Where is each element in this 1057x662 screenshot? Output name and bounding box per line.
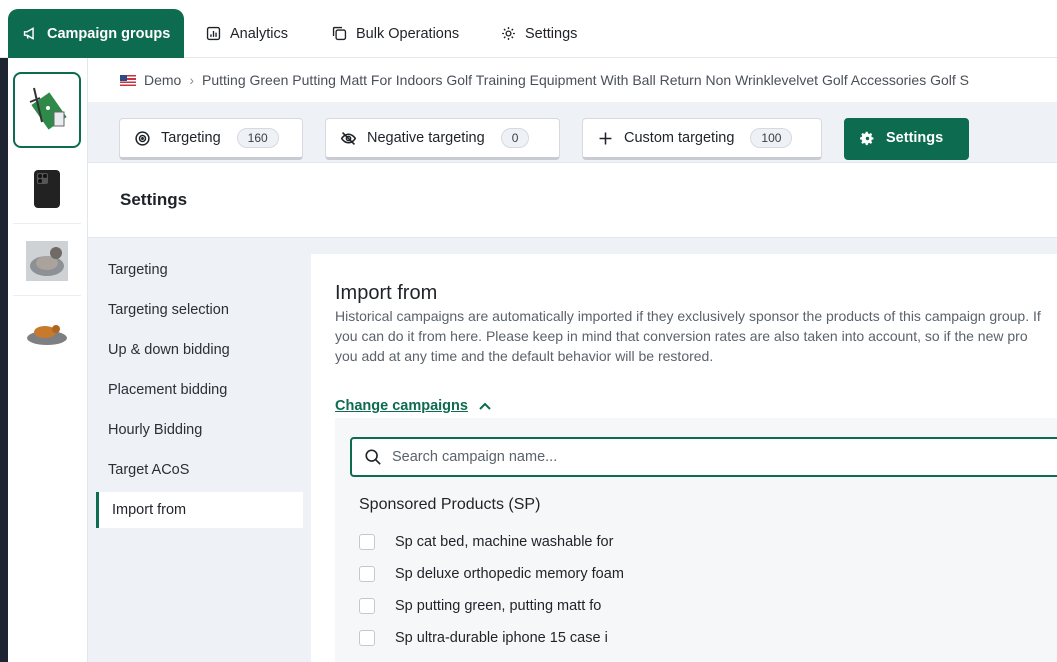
copy-icon [332, 26, 347, 41]
search-icon [365, 449, 381, 465]
dog-bed-thumbnail-image [27, 325, 67, 345]
panel-description: Historical campaigns are automatically i… [335, 306, 1057, 366]
nav-tab-settings[interactable]: Settings [488, 9, 589, 58]
phone-case-thumbnail-image [34, 169, 60, 208]
search-input[interactable] [392, 449, 992, 465]
page-title: Settings [88, 162, 1057, 238]
us-flag-icon [120, 74, 136, 86]
import-from-panel: Import from Historical campaigns are aut… [311, 254, 1057, 662]
change-campaigns-link[interactable]: Change campaigns [335, 398, 492, 414]
side-menu-item-target-acos[interactable]: Target ACoS [96, 452, 303, 488]
putting-green-thumbnail-image [29, 87, 67, 130]
side-menu-item-import-from[interactable]: Import from [96, 492, 303, 528]
tab-count-badge: 160 [236, 128, 279, 148]
campaign-row[interactable]: Sp cat bed, machine washable for [359, 530, 613, 554]
campaign-name: Sp putting green, putting matt fo [395, 598, 602, 614]
panel-title: Import from [335, 282, 438, 304]
tab-label: Targeting [161, 130, 221, 146]
campaign-checkbox[interactable] [359, 630, 375, 646]
nav-tab-bulk-operations[interactable]: Bulk Operations [319, 9, 471, 58]
side-menu-item-targeting-selection[interactable]: Targeting selection [96, 292, 303, 328]
nav-tab-campaign-groups[interactable]: Campaign groups [8, 9, 185, 58]
description-line: you can do it from here. Please keep in … [335, 328, 1028, 344]
product-thumbnail-cat-bed[interactable] [13, 226, 81, 296]
campaign-name: Sp cat bed, machine washable for [395, 534, 614, 550]
product-thumbnail-phone-case[interactable] [13, 154, 81, 224]
settings-side-menu: Targeting Targeting selection Up & down … [96, 252, 303, 532]
side-menu-item-up-down-bidding[interactable]: Up & down bidding [96, 332, 303, 368]
side-menu-item-placement-bidding[interactable]: Placement bidding [96, 372, 303, 408]
nav-tab-analytics[interactable]: Analytics [193, 9, 300, 58]
settings-content: Targeting Targeting selection Up & down … [88, 238, 1057, 662]
search-field [350, 437, 1057, 477]
campaign-name: Sp deluxe orthopedic memory foam [395, 566, 624, 582]
nav-tab-label: Settings [525, 25, 578, 42]
side-menu-item-targeting[interactable]: Targeting [96, 252, 303, 288]
side-menu-item-hourly-bidding[interactable]: Hourly Bidding [96, 412, 303, 448]
product-thumbnail-list [8, 58, 88, 662]
targeting-tab-bar: Targeting 160 Negative targeting 0 Custo… [88, 102, 1057, 162]
plus-icon [599, 132, 612, 144]
eye-off-icon [340, 131, 357, 145]
tab-settings[interactable]: Settings [844, 118, 969, 160]
left-edge-strip [0, 58, 8, 662]
page-title-text: Settings [120, 190, 188, 209]
breadcrumb-account[interactable]: Demo [144, 72, 181, 88]
chart-icon [206, 26, 221, 41]
tab-count-badge: 0 [500, 128, 530, 148]
chevron-right-icon: › [189, 72, 195, 88]
megaphone-icon [23, 27, 34, 40]
campaign-checkbox[interactable] [359, 534, 375, 550]
chevron-up-icon [479, 402, 491, 410]
change-campaigns-label: Change campaigns [335, 398, 468, 414]
campaign-row[interactable]: Sp putting green, putting matt fo [359, 594, 601, 618]
campaign-row[interactable]: Sp ultra-durable iphone 15 case i [359, 626, 608, 650]
tab-negative-targeting[interactable]: Negative targeting 0 [325, 118, 560, 160]
campaign-selector: Sponsored Products (SP) Sp cat bed, mach… [335, 418, 1057, 662]
tab-label: Settings [886, 130, 944, 146]
campaign-checkbox[interactable] [359, 598, 375, 614]
product-thumbnail-putting-green[interactable] [13, 72, 81, 148]
product-thumbnail-dog-bed[interactable] [13, 298, 81, 368]
campaign-name: Sp ultra-durable iphone 15 case i [395, 630, 608, 646]
gear-icon [502, 27, 515, 40]
description-line: Historical campaigns are automatically i… [335, 308, 1041, 324]
description-line: you add at any time and the default beha… [335, 348, 714, 364]
breadcrumb-product: Putting Green Putting Matt For Indoors G… [202, 72, 969, 88]
nav-tab-label: Analytics [230, 25, 289, 42]
campaign-checkbox[interactable] [359, 566, 375, 582]
tab-label: Custom targeting [624, 130, 735, 146]
tab-count-badge: 100 [750, 128, 793, 148]
top-nav: Campaign groups Analytics Bulk Operation… [0, 0, 1057, 58]
breadcrumb: Demo › Putting Green Putting Matt For In… [88, 58, 1057, 102]
tab-custom-targeting[interactable]: Custom targeting 100 [582, 118, 822, 160]
cat-bed-thumbnail-image [26, 240, 68, 281]
target-icon [135, 130, 150, 146]
campaign-group-title: Sponsored Products (SP) [359, 496, 541, 513]
tab-targeting[interactable]: Targeting 160 [119, 118, 303, 160]
campaign-row[interactable]: Sp deluxe orthopedic memory foam [359, 562, 624, 586]
nav-tab-label: Campaign groups [47, 25, 171, 42]
gear-icon [860, 131, 874, 145]
tab-label: Negative targeting [367, 130, 485, 146]
nav-tab-label: Bulk Operations [356, 25, 460, 42]
